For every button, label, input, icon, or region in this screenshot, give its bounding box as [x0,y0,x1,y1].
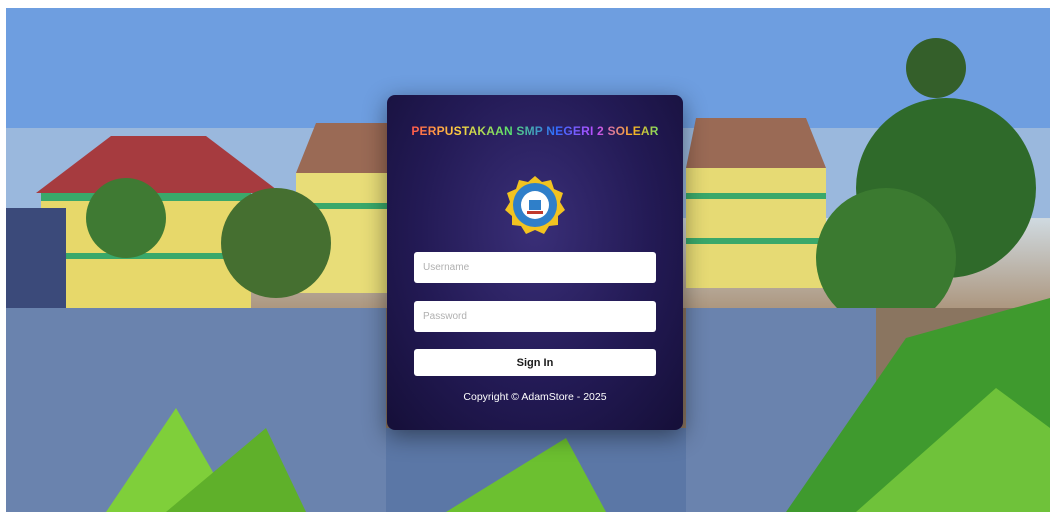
login-card: PERPUSTAKAAN SMP NEGERI 2 SOLEAR Sign In… [387,95,683,430]
copyright-text: Copyright © AdamStore - 2025 [463,391,607,403]
password-input[interactable] [414,301,656,332]
library-title: PERPUSTAKAAN SMP NEGERI 2 SOLEAR [407,123,663,140]
sign-in-button[interactable]: Sign In [414,349,656,376]
username-input[interactable] [414,252,656,283]
school-emblem-icon [505,176,565,234]
